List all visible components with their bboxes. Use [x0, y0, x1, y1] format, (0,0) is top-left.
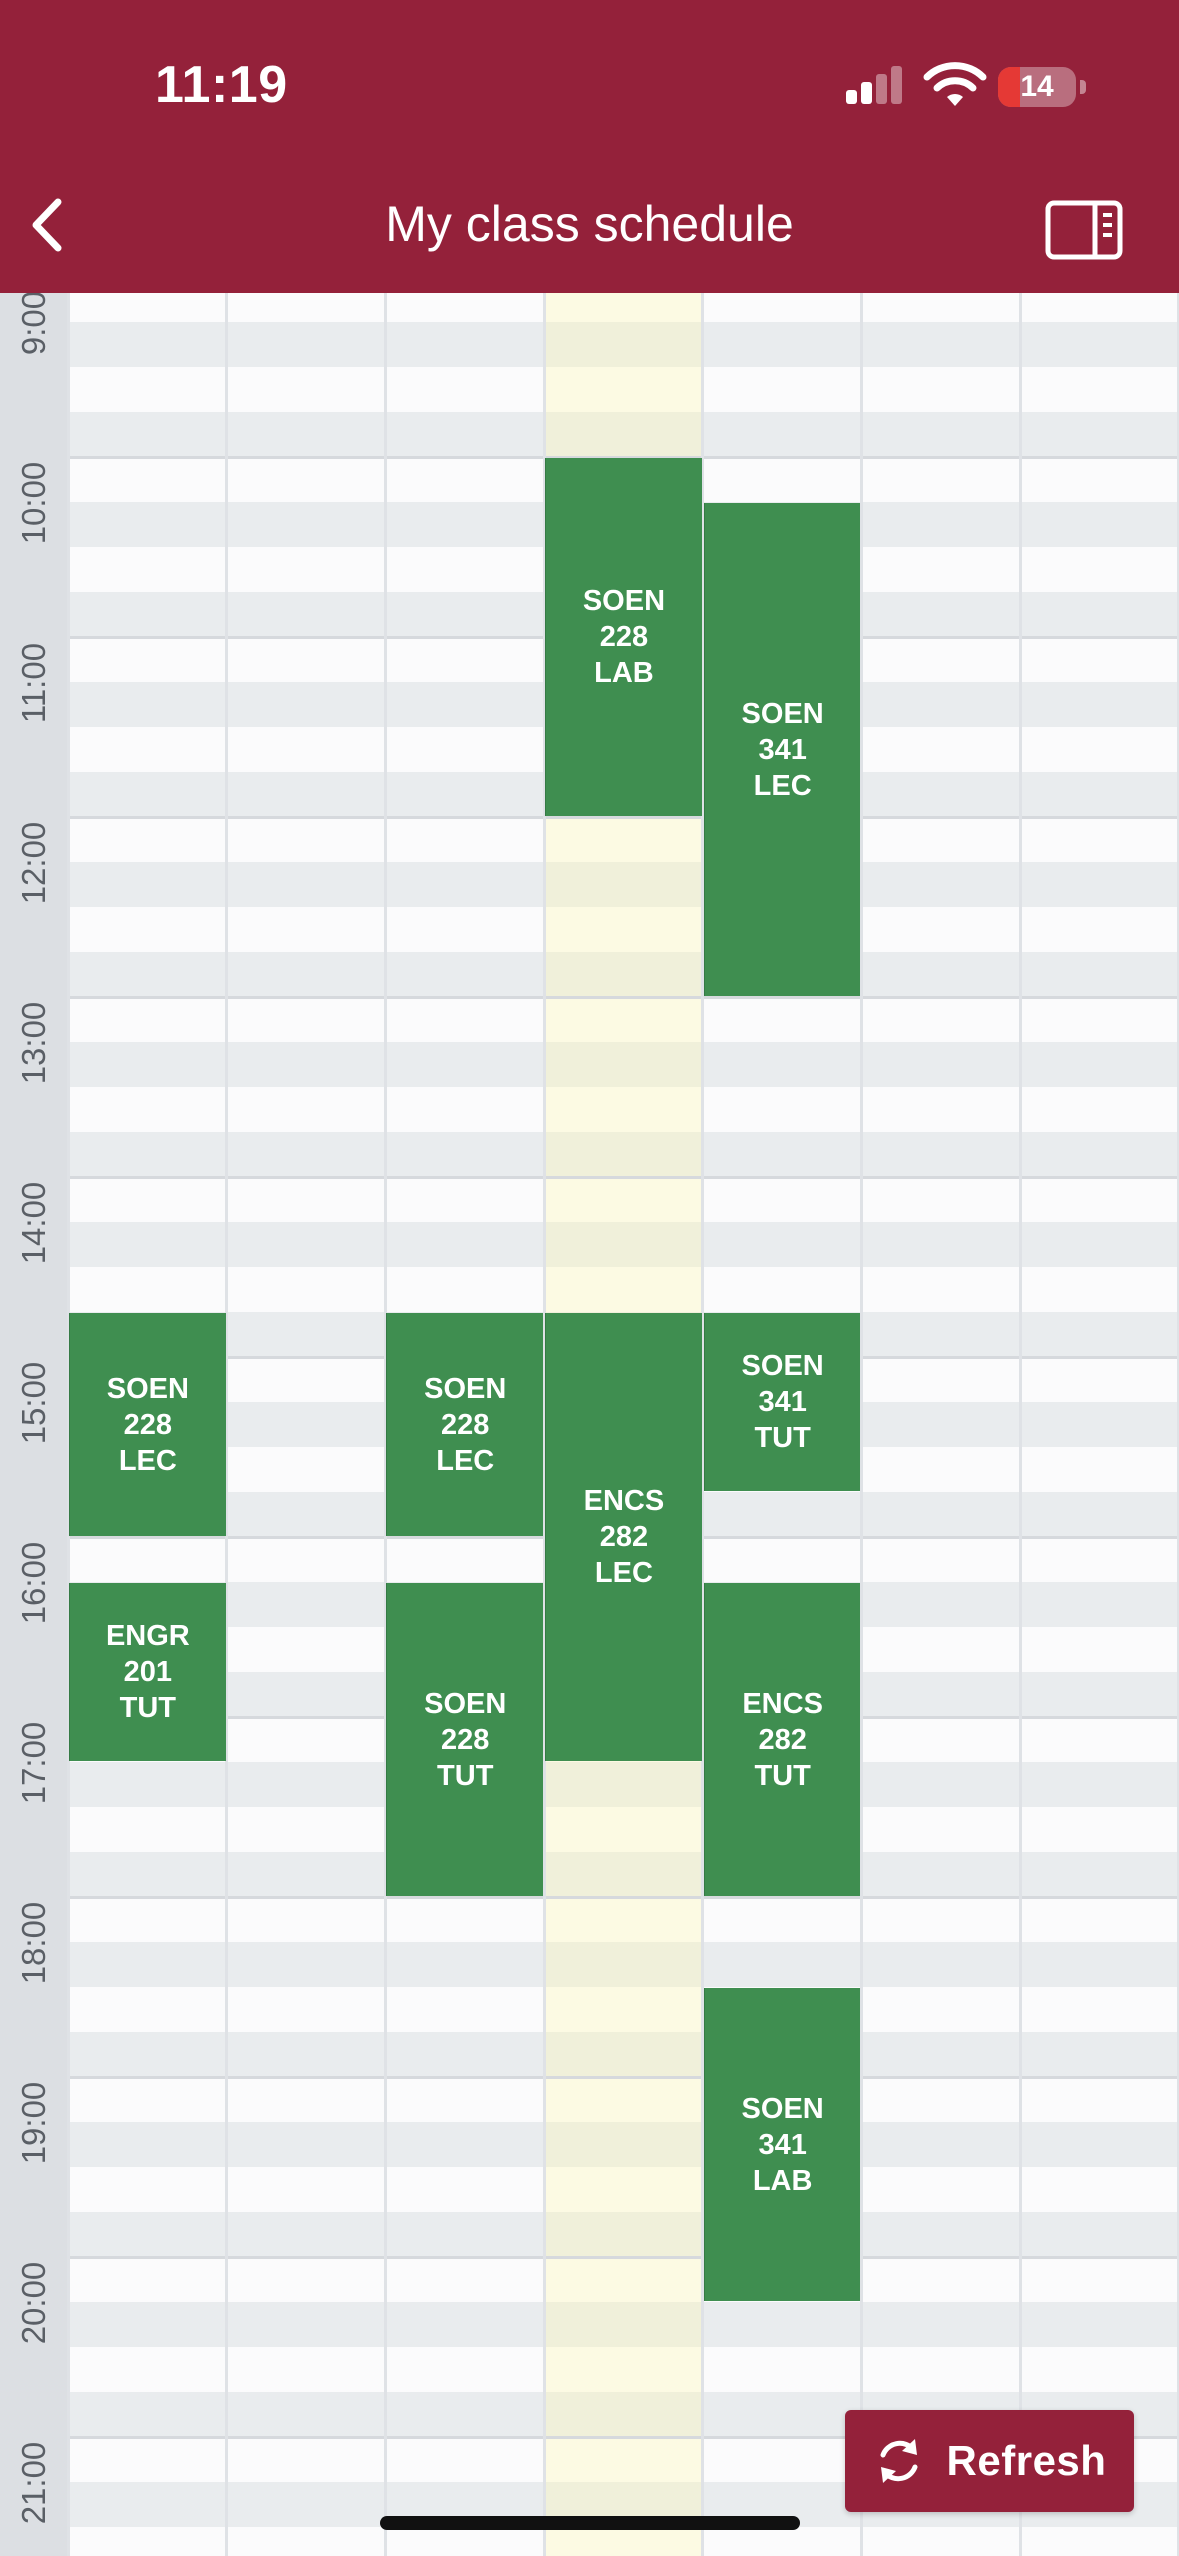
hour-line	[68, 2256, 1179, 2259]
hour-line	[68, 816, 1179, 819]
hour-label-text: 17:00	[15, 1721, 52, 1805]
hour-line	[68, 1896, 1179, 1899]
wifi-icon	[923, 62, 987, 106]
hour-label-text: 18:00	[15, 1901, 52, 1985]
class-event-block[interactable]: SOEN 228 LEC	[69, 1313, 226, 1536]
hour-label-text: 19:00	[15, 2081, 52, 2165]
class-event-block[interactable]: ENCS 282 LEC	[545, 1313, 702, 1761]
hour-label-text: 9:00	[15, 293, 52, 356]
hour-label-text: 13:00	[15, 1001, 52, 1085]
hour-line	[68, 996, 1179, 999]
page-title: My class schedule	[385, 196, 794, 252]
class-event-block[interactable]: SOEN 341 TUT	[703, 1313, 861, 1491]
class-event-block[interactable]: ENCS 282 TUT	[703, 1583, 861, 1896]
refresh-button[interactable]: Refresh	[845, 2410, 1134, 2512]
sidebar-toggle-icon[interactable]	[1040, 195, 1130, 265]
class-event-label: SOEN 228 LEC	[106, 1372, 189, 1477]
status-time: 11:19	[155, 56, 288, 114]
app-header: 11:19 14 My class schedule	[0, 0, 1179, 293]
class-event-block[interactable]: SOEN 341 LEC	[703, 503, 861, 996]
class-event-block[interactable]: SOEN 228 TUT	[386, 1583, 544, 1896]
status-icons: 14	[840, 60, 1090, 110]
day-column-divider	[1018, 293, 1022, 2556]
class-event-block[interactable]: SOEN 228 LAB	[545, 458, 702, 816]
class-event-block[interactable]: SOEN 341 LAB	[703, 1988, 861, 2301]
hour-label-text: 11:00	[15, 642, 52, 724]
refresh-icon	[880, 2439, 918, 2483]
class-event-label: SOEN 228 LAB	[582, 585, 666, 689]
refresh-label: Refresh	[946, 2437, 1107, 2484]
class-event-label: SOEN 341 LAB	[741, 2092, 824, 2197]
class-event-label: SOEN 228 LEC	[424, 1372, 507, 1477]
hour-label-text: 16:00	[15, 1541, 52, 1625]
class-event-label: ENCS 282 TUT	[742, 1687, 823, 1792]
hour-label-text: 14:00	[15, 1181, 52, 1265]
class-event-label: SOEN 228 TUT	[424, 1687, 507, 1792]
hour-label-text: 10:00	[15, 461, 52, 545]
hour-line	[68, 1176, 1179, 1179]
battery-icon: 14	[998, 67, 1076, 107]
class-event-label: SOEN 341 TUT	[741, 1350, 824, 1454]
class-event-label: ENCS 282 LEC	[583, 1485, 665, 1589]
hour-label-text: 21:00	[15, 2441, 52, 2525]
class-event-block[interactable]: SOEN 228 LEC	[386, 1313, 544, 1536]
hour-label-text: 12:00	[15, 821, 52, 905]
battery-level: 14	[1020, 70, 1054, 103]
hour-label-text: 15:00	[15, 1361, 52, 1445]
cellular-signal-icon	[840, 60, 910, 110]
schedule-grid: 9:00 10:00 11:00 12:00 13:00 14:00 15:00 16:00 1…	[0, 293, 1179, 2556]
class-event-block[interactable]: ENGR 201 TUT	[69, 1583, 226, 1761]
hour-line	[68, 2076, 1179, 2079]
home-indicator	[380, 2516, 800, 2530]
class-event-label: ENGR 201 TUT	[105, 1620, 190, 1724]
class-event-label: SOEN 341 LEC	[741, 697, 824, 802]
hour-label-text: 20:00	[15, 2261, 52, 2345]
